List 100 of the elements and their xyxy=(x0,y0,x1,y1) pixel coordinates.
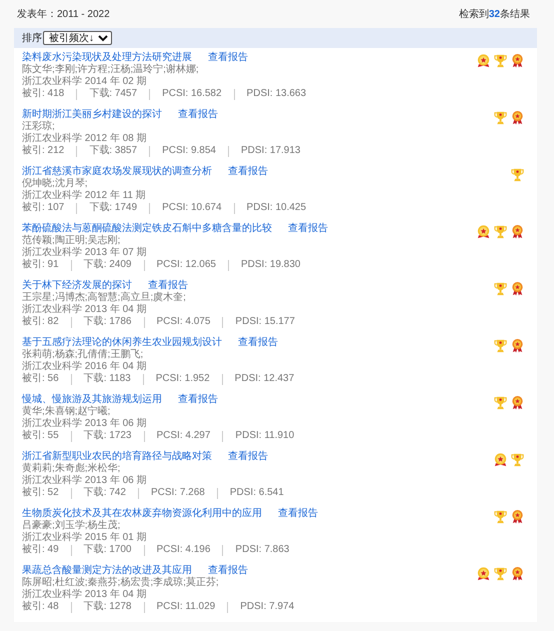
article-stat: 下载: 7457 xyxy=(89,88,138,100)
article-source: 浙江农业科学 2016 年 04 期 xyxy=(22,361,148,372)
trophy-icon xyxy=(493,395,508,410)
view-report-link[interactable]: 查看报告 xyxy=(178,109,218,121)
view-report-link[interactable]: 查看报告 xyxy=(228,166,268,178)
article-stat: PDSI: 7.863 xyxy=(235,544,290,556)
view-report-link[interactable]: 查看报告 xyxy=(148,280,188,292)
view-report-link[interactable]: 查看报告 xyxy=(288,223,328,235)
rosette-icon xyxy=(510,338,525,353)
article-source: 浙江农业科学 2012 年 08 期 xyxy=(22,133,148,144)
article-stat: PDSI: 12.437 xyxy=(234,373,294,385)
article-title-link[interactable]: 果蔬总含酸量测定方法的改进及其应用 xyxy=(22,565,192,577)
article-stat: 下载: 1749 xyxy=(89,202,138,214)
article-authors: 张莉萌;杨森;孔倩倩;王鹏飞; xyxy=(22,349,144,360)
article-stat: PCSI: 4.075 xyxy=(156,316,210,328)
rosette-icon xyxy=(510,566,525,581)
trophy-icon xyxy=(493,53,508,68)
article-stat: PDSI: 13.663 xyxy=(246,88,306,100)
article-stat: PDSI: 6.541 xyxy=(230,487,284,499)
article-source: 浙江农业科学 2014 年 02 期 xyxy=(22,76,148,88)
rosette-icon xyxy=(510,110,525,125)
article-stat: PCSI: 12.065 xyxy=(156,259,216,271)
trophy-icon xyxy=(493,281,508,296)
article-stat: 下载: 3857 xyxy=(89,145,138,157)
article-title-link[interactable]: 苯酚硫酸法与蒽酮硫酸法测定铁皮石斛中多糖含量的比较 xyxy=(22,223,272,235)
article-stat: PCSI: 1.952 xyxy=(156,373,210,385)
article-stat: 被引: 55 xyxy=(22,430,59,442)
article-stat: 被引: 212 xyxy=(22,145,64,157)
article-stat: PCSI: 16.582 xyxy=(162,88,222,100)
rosette-icon xyxy=(510,224,525,239)
article-stat: PCSI: 4.196 xyxy=(156,544,210,556)
article-stat: 被引: 107 xyxy=(22,202,64,214)
article-stat: PDSI: 19.830 xyxy=(240,259,300,271)
article-authors: 王宗星;冯博杰;高智慧;高立旦;虞木奎; xyxy=(22,292,187,304)
article-source: 浙江农业科学 2013 年 04 期 xyxy=(22,304,148,316)
article-authors: 倪坤晓;沈月琴; xyxy=(22,178,89,190)
article-stat: 被引: 418 xyxy=(22,88,64,100)
article-title-link[interactable]: 慢城、慢旅游及其旅游规划运用 xyxy=(22,394,162,406)
article-stat: 下载: 1278 xyxy=(84,601,132,613)
article-title-link[interactable]: 生物质炭化技术及其在农林废弃物资源化利用中的应用 xyxy=(22,508,262,520)
article-title-link[interactable]: 染料废水污染现状及处理方法研究进展 xyxy=(22,52,192,64)
article-stat: PCSI: 4.297 xyxy=(156,430,210,442)
trophy-icon xyxy=(493,509,508,524)
article-title-link[interactable]: 浙江省新型职业农民的培育路径与战略对策 xyxy=(22,451,212,463)
article-stat: 下载: 2409 xyxy=(84,259,132,271)
rosette-icon xyxy=(510,395,525,410)
article-stat: 下载: 1723 xyxy=(84,430,132,442)
article-stat: PDSI: 15.177 xyxy=(235,316,295,328)
article-stat: PCSI: 7.268 xyxy=(150,487,205,499)
article-authors: 陈屏昭;杜红波;秦燕芬;杨宏贵;李成琼;莫正芬; xyxy=(22,577,220,588)
article-stat: 被引: 52 xyxy=(22,487,59,499)
sort-select[interactable]: 被引频次↓ xyxy=(43,31,112,45)
article-stat: PCSI: 10.674 xyxy=(162,202,222,214)
view-report-link[interactable]: 查看报告 xyxy=(178,394,218,406)
article-stat: PCSI: 9.854 xyxy=(162,145,216,157)
article-stat: 被引: 56 xyxy=(22,373,59,385)
article-source: 浙江农业科学 2012 年 11 期 xyxy=(22,190,147,202)
article-source: 浙江农业科学 2013 年 06 期 xyxy=(22,418,148,430)
article-stat: 被引: 91 xyxy=(22,259,59,271)
article-source: 浙江农业科学 2015 年 01 期 xyxy=(22,532,148,544)
article-stat: PDSI: 10.425 xyxy=(246,202,306,214)
article-stat: PDSI: 7.974 xyxy=(240,601,294,613)
article-source: 浙江农业科学 2013 年 07 期 xyxy=(22,247,148,258)
medal-icon xyxy=(493,452,508,467)
article-source: 浙江农业科学 2013 年 06 期 xyxy=(22,475,148,486)
article-authors: 汪彩琼; xyxy=(22,121,56,132)
trophy-icon xyxy=(510,167,525,182)
article-authors: 黄莉莉;朱奇彪;米松华; xyxy=(22,463,122,474)
article-stat: 被引: 48 xyxy=(22,601,59,613)
article-title-link[interactable]: 浙江省慈溪市家庭农场发展现状的调查分析 xyxy=(22,166,212,178)
view-report-link[interactable]: 查看报告 xyxy=(278,508,318,520)
trophy-icon xyxy=(493,338,508,353)
article-title-link[interactable]: 关于林下经济发展的探讨 xyxy=(22,280,132,292)
article-authors: 陈文华;李刚;许方程;汪杨;温玲宁;谢林娜; xyxy=(22,64,200,76)
article-source: 浙江农业科学 2013 年 04 期 xyxy=(22,589,148,600)
trophy-icon xyxy=(493,566,508,581)
article-stat: 被引: 82 xyxy=(22,316,59,328)
article-title-link[interactable]: 基于五感疗法理论的休闲养生农业园规划设计 xyxy=(22,337,222,349)
view-report-link[interactable]: 查看报告 xyxy=(228,451,268,463)
medal-icon xyxy=(476,566,491,581)
view-report-link[interactable]: 查看报告 xyxy=(208,565,248,577)
article-stat: PDSI: 17.913 xyxy=(240,145,300,157)
article-authors: 吕豪豪;刘玉学;杨生茂; xyxy=(22,520,122,532)
article-stat: PDSI: 11.910 xyxy=(235,430,294,442)
article-stat: 下载: 1183 xyxy=(84,373,131,385)
view-report-link[interactable]: 查看报告 xyxy=(208,52,248,64)
article-title-link[interactable]: 新时期浙江美丽乡村建设的探讨 xyxy=(22,109,162,121)
view-report-link[interactable]: 查看报告 xyxy=(238,337,278,349)
article-stat: PCSI: 11.029 xyxy=(156,601,216,613)
article-authors: 黄华;朱喜钢;赵宁曦; xyxy=(22,406,112,418)
rosette-icon xyxy=(510,53,525,68)
medal-icon xyxy=(476,224,491,239)
article-stat: 下载: 742 xyxy=(84,487,126,499)
trophy-icon xyxy=(493,224,508,239)
trophy-icon xyxy=(510,452,525,467)
article-stat: 被引: 49 xyxy=(22,544,59,556)
sort-label: 排序 xyxy=(22,32,42,46)
result-count: 检索到32条结果 xyxy=(458,8,530,22)
article-stat: 下载: 1786 xyxy=(84,316,132,328)
article-stat: 下载: 1700 xyxy=(84,544,132,556)
